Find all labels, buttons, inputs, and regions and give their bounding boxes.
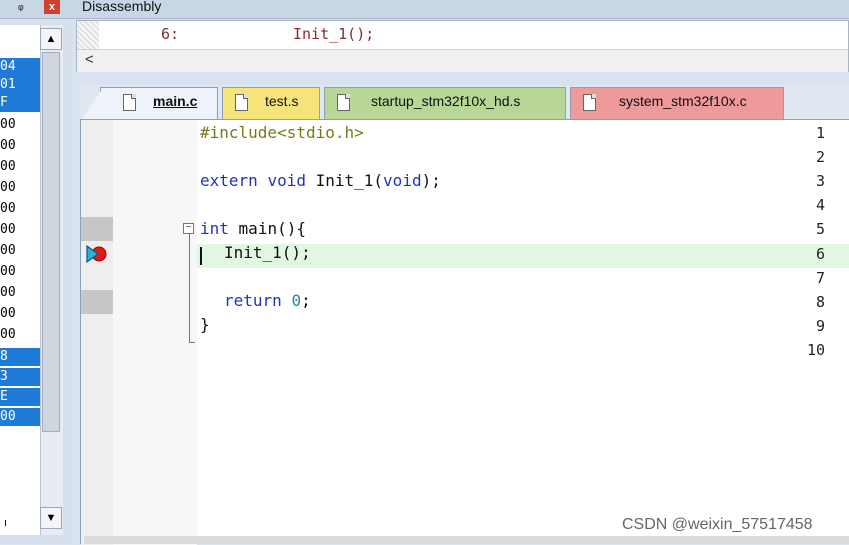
editor-horizontal-scrollbar[interactable] (84, 536, 849, 544)
breakpoint-execution-arrow-icon[interactable] (85, 244, 109, 264)
code-line-3[interactable]: extern void Init_1(void); (200, 171, 441, 190)
breakpoint-slot-line-5[interactable] (81, 217, 113, 241)
punctuation: ); (421, 171, 441, 190)
disassembly-line-number: 6: (161, 25, 180, 43)
watermark-text: CSDN @weixin_57517458 (622, 516, 813, 533)
keyword: return (224, 291, 282, 310)
file-icon (235, 94, 248, 111)
register-row[interactable]: 00 (0, 305, 40, 323)
tab-main-c[interactable]: main.c (81, 87, 218, 120)
line-number: 5 (815, 220, 825, 238)
register-row[interactable]: F (0, 94, 40, 112)
line-number: 2 (815, 148, 825, 166)
file-icon (583, 94, 596, 111)
register-row[interactable]: 00 (0, 116, 40, 134)
file-icon (337, 94, 350, 111)
disassembly-panel[interactable]: 6: Init_1(); < (76, 20, 849, 72)
scroll-down-arrow-icon[interactable]: ▼ (40, 507, 62, 529)
register-row[interactable]: 00 (0, 137, 40, 155)
line-number: 3 (815, 172, 825, 190)
register-row[interactable]: 00 (0, 242, 40, 260)
disassembly-code-line[interactable]: Init_1(); (293, 25, 374, 43)
tab-test-s[interactable]: test.s (222, 87, 320, 119)
register-row[interactable]: 00 (0, 200, 40, 218)
text-cursor (200, 247, 202, 265)
register-row[interactable]: 8 (0, 348, 40, 366)
scroll-up-arrow-icon[interactable]: ▲ (40, 28, 62, 50)
line-number: 4 (815, 196, 825, 214)
number-literal: 0 (291, 291, 302, 310)
register-row[interactable]: 00 (0, 263, 40, 281)
disassembly-gutter (77, 21, 99, 49)
register-panel-footer-text: ı (4, 517, 8, 529)
line-number: 1 (815, 124, 825, 142)
code-line-6[interactable]: Init_1(); (224, 243, 311, 262)
tab-startup-stm32f10x-hd-s[interactable]: startup_stm32f10x_hd.s (324, 87, 566, 119)
register-row[interactable]: 00 (0, 179, 40, 197)
file-icon (123, 94, 136, 111)
line-number-gutter (113, 120, 197, 545)
fold-guide-end (189, 342, 195, 343)
tab-label: test.s (265, 93, 299, 109)
register-row[interactable]: 04 (0, 58, 40, 76)
disassembly-title-bar: Disassembly (72, 0, 849, 19)
register-row[interactable]: 3 (0, 368, 40, 386)
keyword: extern (200, 171, 258, 190)
punctuation: ; (301, 291, 311, 310)
breakpoint-margin[interactable] (81, 120, 113, 545)
line-number: 7 (815, 269, 825, 287)
code-editor[interactable]: − 1 2 3 4 5 6 7 8 9 10 #include<stdio.h>… (80, 119, 849, 545)
breakpoint-slot-line-8[interactable] (81, 290, 113, 314)
line-number: 8 (815, 293, 825, 311)
register-row[interactable]: 00 (0, 221, 40, 239)
register-row[interactable]: E (0, 388, 40, 406)
code-line-1[interactable]: #include<stdio.h> (200, 123, 364, 142)
register-row[interactable]: 00 (0, 284, 40, 302)
register-row[interactable]: 00 (0, 326, 40, 344)
code-line-8[interactable]: return 0; (224, 291, 311, 310)
scroll-thumb[interactable] (42, 52, 60, 432)
fold-guide-line (189, 229, 190, 342)
keyword: void (383, 171, 422, 190)
code-line-5[interactable]: int main(){ (200, 219, 306, 238)
register-row[interactable]: 00 (0, 408, 40, 426)
tab-system-stm32f10x-c[interactable]: system_stm32f10x.c (570, 87, 784, 119)
tab-label: main.c (153, 93, 198, 109)
tab-label: startup_stm32f10x_hd.s (371, 93, 521, 109)
register-row[interactable]: 01 (0, 76, 40, 94)
disassembly-horizontal-scrollbar[interactable]: < (77, 49, 848, 72)
register-list[interactable]: 04 01 F 00 00 00 00 00 00 00 00 00 00 00 8 3 E 00 (0, 25, 41, 535)
disassembly-title: Disassembly (82, 0, 162, 14)
scroll-left-arrow-icon[interactable]: < (85, 51, 94, 68)
keyword: int (200, 219, 229, 238)
fold-collapse-icon[interactable]: − (183, 223, 194, 234)
register-row[interactable]: 00 (0, 158, 40, 176)
keyword: void (267, 171, 306, 190)
line-number: 6 (815, 245, 825, 263)
line-number: 9 (815, 317, 825, 335)
line-number: 10 (806, 341, 825, 359)
close-icon[interactable]: x (44, 0, 60, 14)
tab-label: system_stm32f10x.c (619, 93, 747, 109)
identifier: Init_1( (315, 171, 384, 190)
identifier: main(){ (238, 219, 306, 238)
register-panel-title-bar (0, 0, 72, 19)
code-line-9[interactable]: } (200, 315, 210, 334)
pin-icon[interactable]: ᵩ (18, 0, 32, 13)
